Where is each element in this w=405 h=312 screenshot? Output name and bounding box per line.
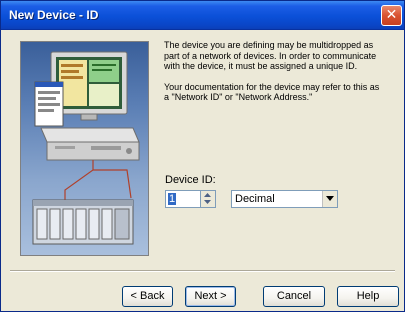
dropdown-button[interactable]	[322, 191, 337, 207]
help-button[interactable]: Help	[337, 286, 399, 307]
computer-network-icon	[32, 51, 140, 245]
device-id-value: 1	[168, 193, 177, 205]
wizard-illustration	[20, 41, 149, 256]
device-id-label: Device ID:	[165, 174, 216, 186]
spin-down-button[interactable]	[201, 199, 215, 207]
window-title: New Device - ID	[9, 8, 99, 22]
back-button[interactable]: < Back	[122, 286, 173, 307]
device-id-input[interactable]: 1	[165, 190, 201, 208]
device-id-spinner[interactable]	[201, 190, 216, 208]
close-button[interactable]: ✕	[381, 5, 402, 26]
radix-dropdown[interactable]: Decimal	[231, 190, 338, 208]
arrow-up-icon	[204, 193, 211, 197]
radix-selected-value: Decimal	[235, 193, 275, 205]
dialog-window: New Device - ID ✕ The device you are def…	[0, 0, 405, 312]
next-button[interactable]: Next >	[185, 286, 236, 307]
title-bar[interactable]: New Device - ID ✕	[1, 1, 404, 30]
info-paragraph-2: Your documentation for the device may re…	[164, 81, 380, 103]
footer-separator	[10, 270, 395, 272]
chevron-down-icon	[326, 196, 334, 201]
arrow-down-icon	[204, 200, 211, 204]
close-icon: ✕	[385, 7, 398, 23]
info-paragraph-1: The device you are defining may be multi…	[164, 40, 377, 72]
info-description: The device you are defining may be multi…	[164, 40, 386, 126]
cancel-button[interactable]: Cancel	[263, 286, 325, 307]
